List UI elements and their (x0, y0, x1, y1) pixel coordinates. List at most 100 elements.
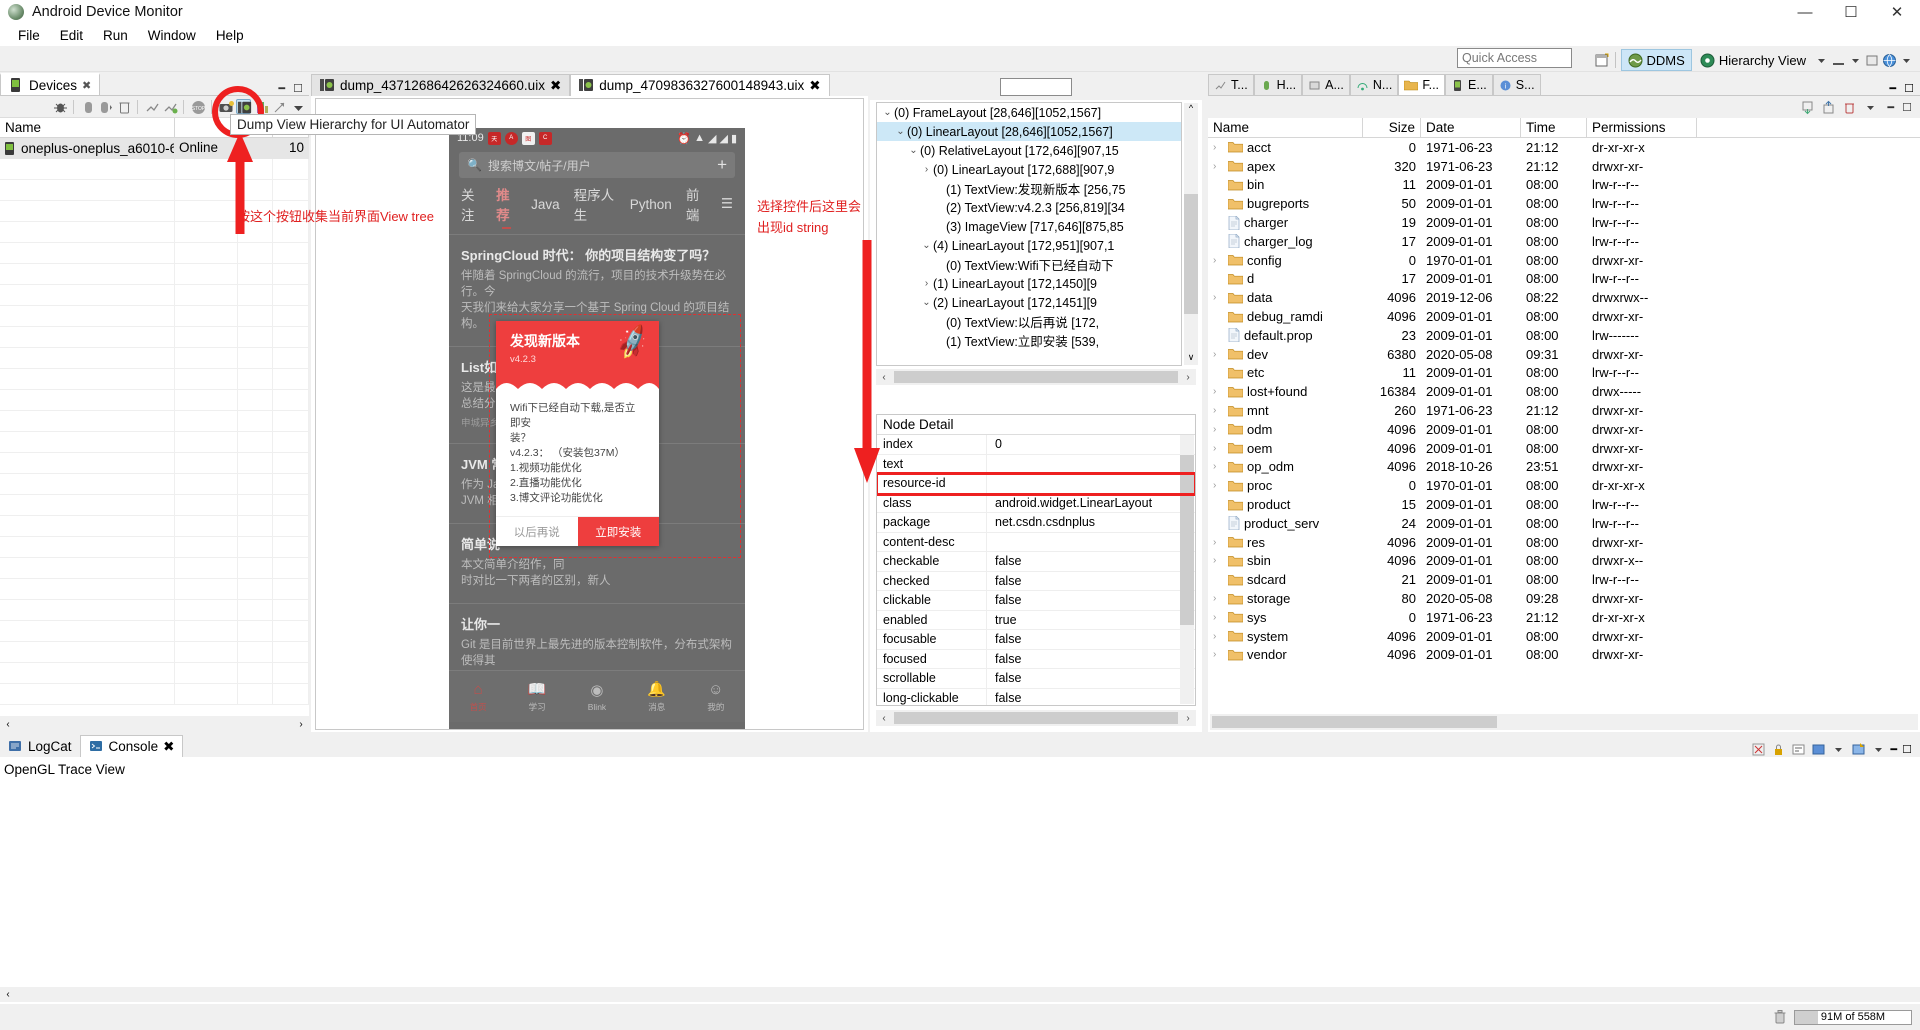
menu-edit[interactable]: Edit (50, 26, 93, 45)
chevron-right-icon[interactable]: › (1213, 537, 1224, 548)
phone-search-input[interactable]: 🔍 搜索博文/帖子/用户 + (459, 152, 735, 178)
chevron-right-icon[interactable]: › (1213, 480, 1224, 491)
globe-dropdown-icon[interactable] (1899, 53, 1914, 68)
close-icon[interactable]: ✖ (163, 739, 174, 755)
table-row[interactable]: › oem 4096 2009-01-01 08:00 drwxr-xr- (1208, 439, 1920, 458)
table-row[interactable]: bugreports 50 2009-01-01 08:00 lrw-r--r-- (1208, 194, 1920, 213)
tab-devices[interactable]: Devices ✖ (0, 73, 101, 95)
tab-uix-2[interactable]: dump_4709836327600148943.uix ✖ (570, 74, 830, 96)
fx-col-name[interactable]: Name (1208, 118, 1363, 137)
phone-tab-python[interactable]: Python (630, 197, 672, 212)
view-menu-icon[interactable] (290, 99, 305, 114)
node-detail-row[interactable]: index 0 (877, 435, 1195, 455)
minimize-icon[interactable]: ━ (1888, 101, 1895, 114)
table-row[interactable]: › system 4096 2009-01-01 08:00 drwxr-xr- (1208, 627, 1920, 646)
table-row[interactable]: › vendor 4096 2009-01-01 08:00 drwxr-xr- (1208, 646, 1920, 665)
chevron-right-icon[interactable]: › (1213, 443, 1224, 454)
node-detail-row[interactable]: focused false (877, 649, 1195, 669)
tab-file-explorer[interactable]: F... (1398, 74, 1446, 95)
memory-bar[interactable]: 91M of 558M (1794, 1009, 1912, 1025)
tab-console[interactable]: Console ✖ (79, 735, 184, 757)
chevron-right-icon[interactable]: › (1213, 555, 1224, 566)
phone-tab-frontend[interactable]: 前端 (686, 184, 707, 224)
table-row[interactable]: › res 4096 2009-01-01 08:00 drwxr-xr- (1208, 533, 1920, 552)
chevron-down-icon[interactable]: ⌄ (894, 126, 907, 137)
table-row[interactable]: etc 11 2009-01-01 08:00 lrw-r--r-- (1208, 364, 1920, 383)
tree-node[interactable]: ⌄ (2) LinearLayout [172,1451][9 (877, 293, 1181, 312)
perspective-ddms[interactable]: DDMS (1620, 49, 1692, 71)
phone-tab-recommend[interactable]: 推荐 (496, 184, 517, 229)
globe-icon[interactable] (1882, 53, 1897, 68)
plus-icon[interactable]: + (717, 155, 727, 175)
display-selected-console-icon[interactable] (1811, 742, 1826, 757)
method-profiling-icon[interactable] (162, 99, 178, 114)
menu-help[interactable]: Help (206, 26, 254, 45)
screen-capture-icon[interactable] (218, 99, 234, 114)
bottom-nav-home[interactable]: ⌂ 首页 (470, 681, 487, 713)
scroll-left-icon[interactable]: ‹ (0, 989, 16, 1000)
tree-node[interactable]: (0) TextView:Wifi下已经自动下 (877, 255, 1181, 274)
node-detail-hscroll-thumb[interactable] (894, 712, 1178, 724)
close-button[interactable]: ✕ (1874, 0, 1920, 24)
close-icon[interactable]: ✖ (550, 78, 561, 94)
node-detail-row[interactable]: clickable false (877, 591, 1195, 611)
phone-tab-life[interactable]: 程序人生 (574, 184, 616, 224)
phone-tab-java[interactable]: Java (531, 197, 560, 212)
node-detail-row[interactable]: long-clickable false (877, 688, 1195, 705)
node-detail-row[interactable]: content-desc (877, 532, 1195, 552)
stop-icon[interactable]: STOP (190, 99, 206, 114)
table-row[interactable]: charger 19 2009-01-01 08:00 lrw-r--r-- (1208, 213, 1920, 232)
chevron-right-icon[interactable]: › (1213, 386, 1224, 397)
table-row[interactable]: charger_log 17 2009-01-01 08:00 lrw-r--r-- (1208, 232, 1920, 251)
menu-file[interactable]: File (8, 26, 50, 45)
open-console-icon[interactable] (1851, 742, 1866, 757)
chevron-right-icon[interactable]: › (1213, 649, 1224, 660)
table-row[interactable]: bin 11 2009-01-01 08:00 lrw-r--r-- (1208, 176, 1920, 195)
tree-node[interactable]: › (0) LinearLayout [172,688][907,9 (877, 160, 1181, 179)
chevron-right-icon[interactable]: › (1213, 424, 1224, 435)
table-row[interactable]: product_serv 24 2009-01-01 08:00 lrw-r--r-- (1208, 514, 1920, 533)
thread-icon[interactable] (144, 99, 159, 114)
push-file-icon[interactable] (1821, 100, 1836, 115)
perspective-hierarchy-view[interactable]: Hierarchy View (1694, 49, 1812, 71)
heap-icon[interactable] (80, 99, 95, 114)
chevron-right-icon[interactable]: › (1213, 405, 1224, 416)
tree-node[interactable]: ⌄ (0) RelativeLayout [172,646][907,15 (877, 141, 1181, 160)
tab-system-info[interactable]: i S... (1492, 74, 1541, 95)
table-row[interactable]: › lost+found 16384 2009-01-01 08:00 drwx----- (1208, 382, 1920, 401)
clear-icon[interactable] (1751, 742, 1766, 757)
table-row[interactable]: › acct 0 1971-06-23 21:12 dr-xr-xr-x (1208, 138, 1920, 157)
node-detail-row[interactable]: checked false (877, 571, 1195, 591)
tree-node[interactable]: ⌄ (0) FrameLayout [28,646][1052,1567] (877, 103, 1181, 122)
tree-vscroll-thumb[interactable] (1184, 194, 1198, 314)
chevron-right-icon[interactable]: › (1213, 631, 1224, 642)
table-row[interactable]: default.prop 23 2009-01-01 08:00 lrw------- (1208, 326, 1920, 345)
tab-emulator-control[interactable]: E... (1445, 74, 1493, 95)
table-row[interactable]: › sys 0 1971-06-23 21:12 dr-xr-xr-x (1208, 608, 1920, 627)
hamburger-icon[interactable]: ☰ (721, 196, 733, 212)
table-row[interactable]: debug_ramdi 4096 2009-01-01 08:00 drwxr-xr- (1208, 307, 1920, 326)
chevron-down-icon[interactable]: ⌄ (920, 297, 933, 308)
table-row[interactable]: product 15 2009-01-01 08:00 lrw-r--r-- (1208, 495, 1920, 514)
table-row[interactable]: › proc 0 1970-01-01 08:00 dr-xr-xr-x (1208, 476, 1920, 495)
chevron-right-icon[interactable]: › (1213, 612, 1224, 623)
scroll-down-icon[interactable]: ∨ (1184, 352, 1198, 365)
lock-icon[interactable] (1771, 742, 1786, 757)
debug-icon[interactable] (52, 99, 67, 114)
node-detail-row[interactable]: checkable false (877, 552, 1195, 572)
scroll-up-icon[interactable]: ^ (1184, 103, 1198, 116)
tree-node[interactable]: (1) TextView:立即安装 [539, (877, 331, 1181, 350)
tree-node[interactable]: ⌄ (4) LinearLayout [172,951][907,1 (877, 236, 1181, 255)
tree-node[interactable]: (0) TextView:以后再说 [172, (877, 312, 1181, 331)
update-install-now-button[interactable]: 立即安装 (577, 517, 659, 546)
menu-window[interactable]: Window (138, 26, 206, 45)
table-row[interactable]: › mnt 260 1971-06-23 21:12 drwxr-xr- (1208, 401, 1920, 420)
tree-node[interactable]: (1) TextView:发现新版本 [256,75 (877, 179, 1181, 198)
hierarchy-search-input[interactable] (1000, 78, 1072, 96)
fx-col-date[interactable]: Date (1421, 118, 1521, 137)
console-hscrollbar[interactable]: ‹ (0, 987, 1920, 1002)
phone-tab-follow[interactable]: 关注 (461, 184, 482, 224)
node-detail-row[interactable]: focusable false (877, 630, 1195, 650)
scroll-left-icon[interactable]: ‹ (876, 372, 892, 383)
minimize-icon[interactable]: ━ (1890, 82, 1897, 95)
